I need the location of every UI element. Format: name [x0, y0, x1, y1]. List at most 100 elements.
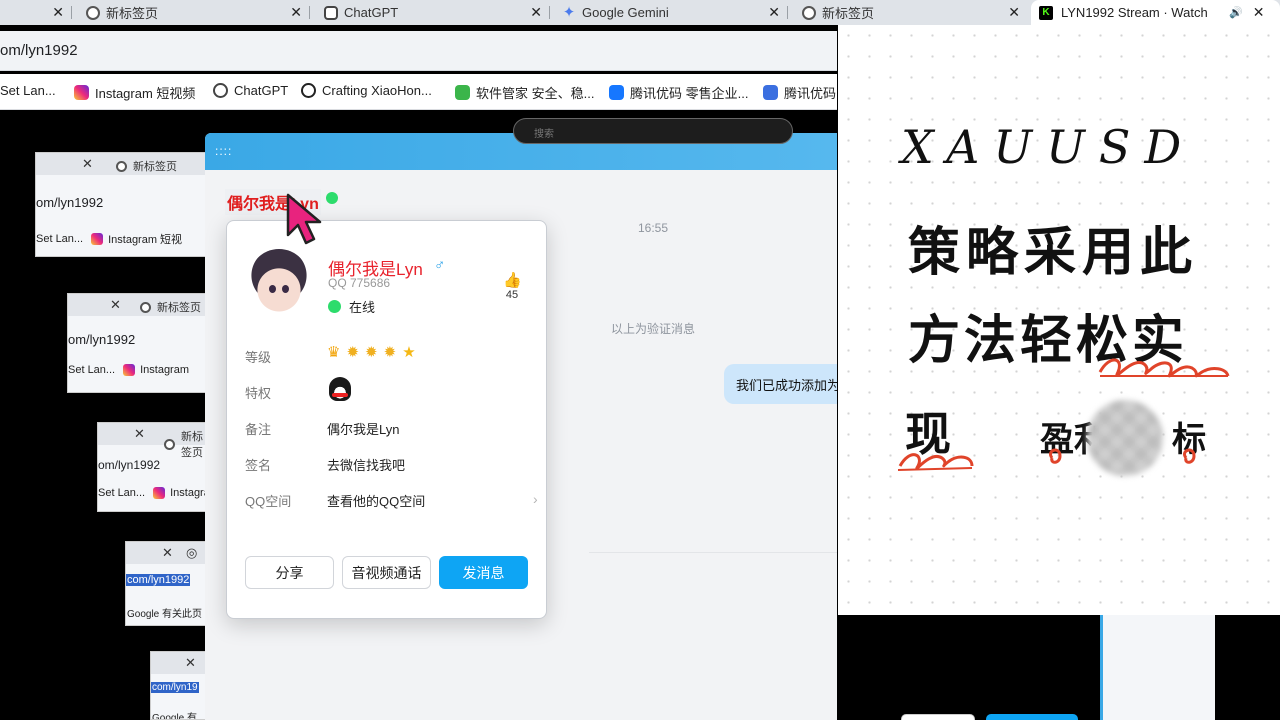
- nested-capture-2: ✕ 新标签页 om/lyn1992 Set Lan... Instagram: [67, 293, 207, 393]
- message-bubble[interactable]: 我们已成功添加为好友: [724, 364, 837, 404]
- handwriting-line-1: XAUUSD: [901, 120, 1196, 174]
- nested-google-hint: Google 有: [152, 713, 198, 720]
- bookmarks-bar: Set Lan... Instagram 短视频 ChatGPT Craftin…: [0, 74, 837, 110]
- handwriting-line-3: 方法轻松实: [908, 310, 1189, 371]
- sun-icon: ✹: [365, 344, 378, 361]
- speaker-icon[interactable]: 🔊: [1229, 6, 1243, 19]
- bookmark-label: 腾讯优码 零售企业...: [630, 86, 749, 101]
- signature-value: 去微信找我吧: [327, 458, 406, 473]
- url-text[interactable]: om/lyn1992: [0, 42, 78, 59]
- close-icon[interactable]: ✕: [52, 4, 64, 21]
- bookmark-chatgpt[interactable]: ChatGPT: [213, 83, 288, 98]
- search-input[interactable]: 搜索: [513, 118, 793, 144]
- background-window: [1100, 615, 1215, 720]
- close-icon: ✕: [185, 655, 196, 670]
- profile-card: 偶尔我是Lyn ♂ QQ 775686 在线 👍 45 等级 ♛ ✹ ✹ ✹ ★…: [226, 220, 547, 619]
- remark-value[interactable]: 偶尔我是Lyn: [327, 419, 399, 438]
- online-status-dot: [328, 300, 341, 313]
- bookmark-label: Crafting XiaoHon...: [322, 83, 432, 98]
- bookmark-set-language[interactable]: Set Lan...: [0, 83, 56, 98]
- nested-capture-1: ✕ 新标签页 om/lyn1992 Set Lan... Instagram 短视: [35, 152, 207, 257]
- qzone-link[interactable]: 查看他的QQ空间: [327, 491, 425, 510]
- handwriting-line-4a: 现: [905, 407, 951, 461]
- nested-url: om/lyn1992: [36, 195, 104, 210]
- nested-url-selected: com/lyn1992: [126, 574, 191, 586]
- crafting-icon: [301, 83, 316, 98]
- row-label: 等级: [245, 350, 272, 365]
- drag-grip-icon[interactable]: ::::: [215, 144, 232, 158]
- status-text: 在线: [349, 300, 376, 315]
- address-bar[interactable]: om/lyn1992: [0, 31, 837, 71]
- instagram-icon: [153, 487, 166, 499]
- chrome-icon: [140, 301, 151, 313]
- nested-url: om/lyn1992: [98, 458, 161, 472]
- close-icon[interactable]: ✕: [1008, 4, 1020, 21]
- close-icon[interactable]: ✕: [768, 4, 780, 21]
- crown-icon: ♛: [327, 344, 341, 361]
- row-label: QQ空间: [245, 494, 292, 509]
- browser-tab-4[interactable]: 新标签页 ✕: [788, 0, 1028, 25]
- avatar[interactable]: [249, 249, 309, 315]
- close-icon[interactable]: ✕: [1253, 4, 1265, 21]
- background-button: [901, 714, 975, 720]
- send-message-button[interactable]: 发消息: [439, 556, 528, 589]
- nested-bookmark: Set Lan...: [36, 233, 84, 245]
- chat-message-area: [589, 213, 837, 720]
- bookmark-software-manager[interactable]: 软件管家 安全、稳...: [455, 83, 594, 102]
- bookmark-label: 软件管家 安全、稳...: [476, 86, 595, 101]
- screen: ✕ 新标签页 ✕ ChatGPT ✕ ✦ Google Gemini ✕ 新标签…: [0, 0, 1280, 720]
- bookmark-label: 腾讯优码: [784, 86, 837, 101]
- browser-tab-2[interactable]: ChatGPT ✕: [310, 0, 550, 25]
- chrome-icon: [116, 160, 127, 172]
- bookmark-instagram[interactable]: Instagram 短视频: [74, 83, 195, 102]
- instagram-icon: [74, 85, 89, 100]
- kick-icon: K: [1039, 5, 1053, 20]
- chevron-right-icon: ›: [533, 491, 538, 507]
- browser-tab-1[interactable]: 新标签页 ✕: [72, 0, 310, 25]
- blurred-region: [1087, 400, 1163, 476]
- bookmark-label: Instagram 短视频: [95, 86, 196, 101]
- browser-tab-active[interactable]: K LYN1992 Stream · Watch 🔊 ✕: [1031, 0, 1280, 25]
- share-button[interactable]: 分享: [245, 556, 334, 589]
- bookmark-label: ChatGPT: [234, 83, 289, 98]
- nested-tab-bar: ✕ ◎: [126, 542, 206, 564]
- qq-number: QQ 775686: [328, 276, 391, 290]
- nested-url: om/lyn1992: [68, 332, 136, 347]
- like-button[interactable]: 👍 45: [503, 273, 522, 302]
- nested-bookmark: Set Lan...: [68, 364, 116, 376]
- row-label: 签名: [245, 458, 272, 473]
- qq-penguin-icon[interactable]: [329, 377, 351, 401]
- nested-tab-bar: ✕ 新标签页: [36, 153, 206, 175]
- row-label: 备注: [245, 422, 272, 437]
- star-icon: ★: [402, 344, 416, 361]
- level-badges[interactable]: ♛ ✹ ✹ ✹ ★: [327, 345, 416, 361]
- chrome-icon: ◎: [186, 545, 198, 560]
- tab-title: 新标签页: [106, 6, 159, 21]
- online-status-dot: [326, 192, 338, 204]
- nested-tab-bar: ✕ 新标签页: [98, 423, 206, 459]
- nested-google-hint: Google 有关此页: [127, 609, 203, 620]
- close-icon[interactable]: ✕: [290, 4, 302, 21]
- background-send-button: [986, 714, 1078, 720]
- qzone-row[interactable]: QQ空间 查看他的QQ空间 ›: [245, 491, 545, 509]
- browser-tab-3[interactable]: ✦ Google Gemini ✕: [550, 0, 788, 25]
- nested-tab-bar: ✕ 新标签页: [68, 294, 206, 316]
- nested-bookmark: Set Lan...: [98, 487, 146, 499]
- gemini-icon: ✦: [562, 3, 576, 21]
- close-icon[interactable]: ✕: [530, 4, 542, 21]
- nested-bookmark: Instagram: [140, 364, 190, 376]
- chrome-icon: [164, 438, 175, 450]
- bookmark-tencent-youma[interactable]: 腾讯优码 零售企业...: [609, 83, 748, 102]
- chatgpt-icon: [213, 83, 228, 98]
- browser-tab-0[interactable]: ✕: [0, 0, 72, 25]
- close-icon: ✕: [82, 156, 93, 171]
- sun-icon: ✹: [346, 344, 360, 361]
- instagram-icon: [123, 364, 136, 376]
- bookmark-tencent-youma-2[interactable]: 腾讯优码: [763, 83, 836, 102]
- video-call-button[interactable]: 音视频通话: [342, 556, 431, 589]
- sun-icon: ✹: [383, 344, 397, 361]
- nested-capture-4: ✕ ◎ com/lyn1992 Google 有关此页: [125, 541, 207, 626]
- bookmark-crafting[interactable]: Crafting XiaoHon...: [301, 83, 432, 98]
- bookmark-label: Set Lan...: [0, 83, 56, 98]
- nested-bookmark: Instagra: [170, 487, 207, 499]
